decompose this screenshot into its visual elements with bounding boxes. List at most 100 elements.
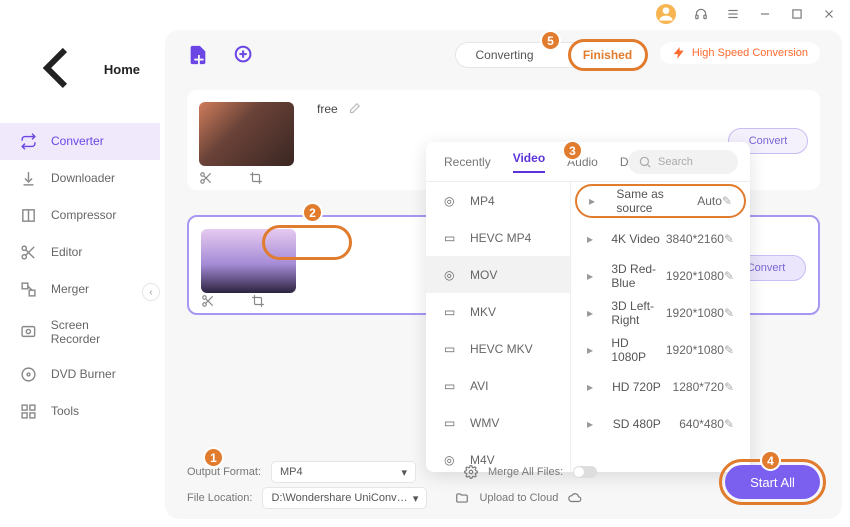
preset-1080p[interactable]: ▸HD 1080P1920*1080✎ (571, 331, 750, 368)
sidebar-item-compressor[interactable]: Compressor (0, 197, 160, 234)
video-icon: ▭ (444, 416, 458, 430)
close-icon[interactable] (822, 7, 836, 21)
tab-finished[interactable]: Finished (568, 39, 648, 71)
format-mp4[interactable]: ◎MP4 (426, 182, 570, 219)
merge-toggle[interactable] (573, 466, 597, 478)
minimize-icon[interactable] (758, 7, 772, 21)
crop-icon[interactable] (249, 171, 263, 185)
compressor-icon (20, 207, 37, 224)
edit-name-icon[interactable] (347, 102, 361, 116)
upload-label: Upload to Cloud (479, 492, 558, 504)
user-avatar-icon[interactable] (656, 4, 676, 24)
trim-icon[interactable] (201, 294, 215, 308)
play-icon: ▸ (589, 194, 598, 208)
sidebar-home[interactable]: Home (0, 24, 160, 115)
sidebar-collapse-handle[interactable]: ‹ (142, 283, 160, 301)
callout-4: 4 (760, 450, 781, 471)
sidebar-item-converter[interactable]: Converter (0, 123, 160, 160)
sidebar-item-editor[interactable]: Editor (0, 234, 160, 271)
edit-icon[interactable]: ✎ (724, 417, 734, 431)
edit-icon[interactable]: ✎ (724, 269, 734, 283)
hevc-icon: ▭ (444, 342, 458, 356)
scissors-icon (20, 244, 37, 261)
sidebar-label: Screen Recorder (51, 318, 140, 346)
preset-same-as-source[interactable]: ▸Same as sourceAuto✎ (575, 184, 746, 218)
preset-3d-rb[interactable]: ▸3D Red-Blue1920*1080✎ (571, 257, 750, 294)
item-toolrow (199, 171, 263, 185)
sidebar-label: Compressor (51, 208, 116, 222)
sidebar-label: Downloader (51, 171, 115, 185)
video-icon: ▭ (444, 305, 458, 319)
sidebar-label: DVD Burner (51, 367, 116, 381)
output-format-select[interactable]: MP4▾ (271, 461, 416, 483)
add-file-button[interactable] (187, 44, 209, 66)
format-list: ◎MP4 ▭HEVC MP4 ◎MOV ▭MKV ▭HEVC MKV ▭AVI … (426, 182, 571, 472)
format-mov[interactable]: ◎MOV (426, 256, 570, 293)
download-icon (20, 170, 37, 187)
add-url-button[interactable] (233, 44, 255, 66)
sidebar-item-dvd-burner[interactable]: DVD Burner (0, 356, 160, 393)
item-name: free (317, 102, 338, 116)
menu-icon[interactable] (726, 7, 740, 21)
crop-icon[interactable] (251, 294, 265, 308)
sidebar: Home Converter Downloader Compressor Edi… (0, 24, 160, 430)
edit-icon[interactable]: ✎ (724, 343, 734, 357)
edit-icon[interactable]: ✎ (724, 380, 734, 394)
video-icon: ▭ (444, 379, 458, 393)
edit-icon[interactable]: ✎ (724, 306, 734, 320)
converter-icon (20, 133, 37, 150)
format-mkv[interactable]: ▭MKV (426, 293, 570, 330)
grid-icon (20, 403, 37, 420)
folder-icon[interactable] (455, 491, 469, 505)
item-toolrow (201, 294, 265, 308)
sidebar-label: Merger (51, 282, 89, 296)
output-format-label: Output Format: (187, 466, 261, 478)
gear-icon[interactable] (464, 465, 478, 479)
preset-480p[interactable]: ▸SD 480P640*480✎ (571, 405, 750, 442)
file-location-select[interactable]: D:\Wondershare UniConverter 1▾ (262, 487, 427, 509)
cloud-icon[interactable] (568, 491, 582, 505)
edit-icon[interactable]: ✎ (724, 232, 734, 246)
sidebar-item-merger[interactable]: Merger (0, 271, 160, 308)
play-icon: ▸ (587, 269, 593, 283)
preset-3d-lr[interactable]: ▸3D Left-Right1920*1080✎ (571, 294, 750, 331)
play-icon: ▸ (587, 417, 595, 431)
format-hevc-mp4[interactable]: ▭HEVC MP4 (426, 219, 570, 256)
maximize-icon[interactable] (790, 7, 804, 21)
search-icon (638, 155, 652, 169)
disc-icon (20, 366, 37, 383)
preset-4k[interactable]: ▸4K Video3840*2160✎ (571, 220, 750, 257)
flytab-video[interactable]: Video (513, 151, 545, 173)
trim-icon[interactable] (199, 171, 213, 185)
preset-720p[interactable]: ▸HD 720P1280*720✎ (571, 368, 750, 405)
sidebar-item-screen-recorder[interactable]: Screen Recorder (0, 308, 160, 356)
sidebar-item-downloader[interactable]: Downloader (0, 160, 160, 197)
format-avi[interactable]: ▭AVI (426, 367, 570, 404)
sidebar-label: Editor (51, 245, 82, 259)
play-icon: ▸ (587, 306, 593, 320)
merger-icon (20, 281, 37, 298)
edit-icon[interactable]: ✎ (722, 194, 732, 208)
format-hevc-mkv[interactable]: ▭HEVC MKV (426, 330, 570, 367)
main-panel: Converting Finished High Speed Conversio… (165, 30, 842, 519)
format-wmv[interactable]: ▭WMV (426, 404, 570, 441)
play-icon: ▸ (587, 380, 594, 394)
callout-ring-mov (262, 225, 352, 260)
callout-5: 5 (540, 30, 561, 51)
bolt-icon (672, 46, 686, 60)
tab-converting[interactable]: Converting (476, 48, 534, 62)
play-icon: ▸ (587, 343, 593, 357)
sidebar-label: Tools (51, 404, 79, 418)
high-speed-badge[interactable]: High Speed Conversion (660, 42, 820, 64)
play-icon: ▸ (587, 232, 593, 246)
format-search[interactable]: Search (628, 150, 738, 174)
flytab-recently[interactable]: Recently (444, 155, 491, 169)
video-icon: ◎ (444, 194, 458, 208)
search-placeholder: Search (658, 156, 693, 168)
video-icon: ◎ (444, 268, 458, 282)
callout-1: 1 (203, 447, 224, 468)
home-label: Home (104, 62, 140, 77)
thumbnail[interactable] (199, 102, 294, 166)
sidebar-item-tools[interactable]: Tools (0, 393, 160, 430)
headset-icon[interactable] (694, 7, 708, 21)
